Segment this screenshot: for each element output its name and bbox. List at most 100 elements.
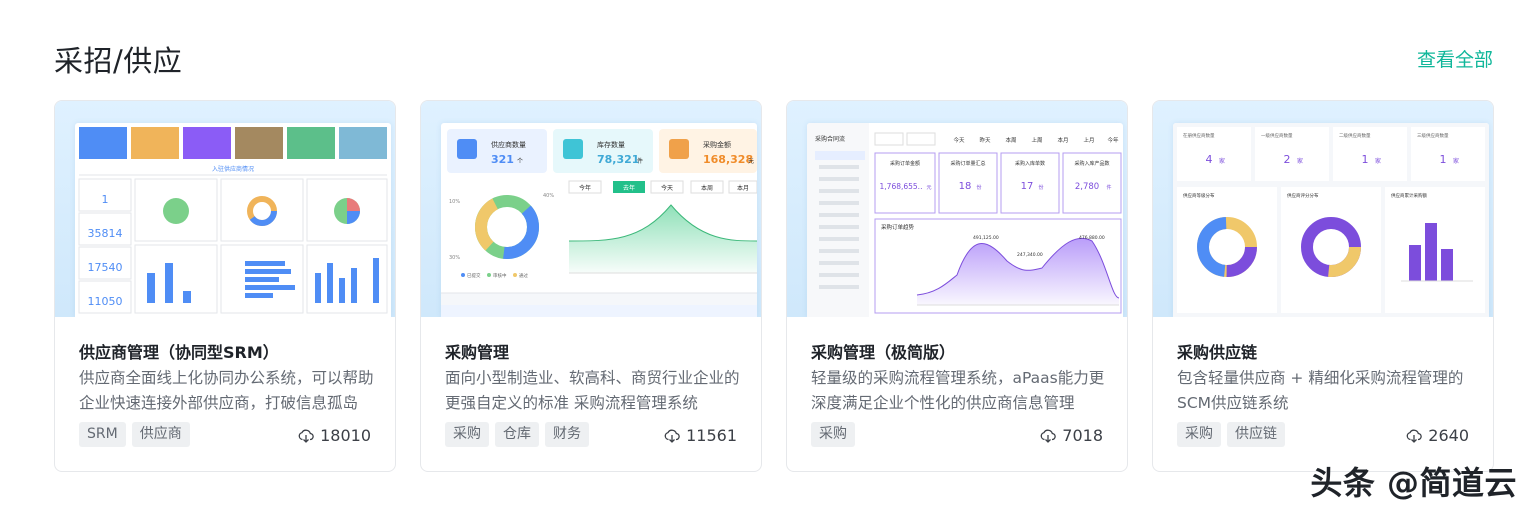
template-card-supplier-srm[interactable]: 入驻供应商情况 1 35814 17540 11050 供应商管理（协同型SRM… bbox=[54, 100, 396, 472]
svg-text:2: 2 bbox=[1284, 153, 1291, 166]
svg-text:30%: 30% bbox=[449, 255, 460, 261]
tag: 采购 bbox=[445, 422, 489, 447]
svg-text:1,768,655..: 1,768,655.. bbox=[880, 182, 923, 191]
svg-text:元: 元 bbox=[926, 185, 931, 191]
tag: 供应商 bbox=[131, 422, 190, 447]
svg-text:元: 元 bbox=[748, 158, 754, 165]
svg-text:上周: 上周 bbox=[1031, 136, 1042, 144]
svg-text:1: 1 bbox=[1362, 153, 1369, 166]
svg-text:供应商累计采购额: 供应商累计采购额 bbox=[1391, 192, 1427, 199]
download-count: 2640 bbox=[1406, 426, 1469, 445]
svg-text:321: 321 bbox=[491, 153, 514, 166]
download-count: 18010 bbox=[298, 426, 371, 445]
svg-text:采购订单金额: 采购订单金额 bbox=[890, 160, 920, 167]
preview-screenshot: 入驻供应商情况 1 35814 17540 11050 bbox=[75, 123, 391, 317]
card-tags: 采购 bbox=[811, 422, 855, 447]
svg-text:采购订单量汇总: 采购订单量汇总 bbox=[950, 160, 985, 167]
svg-text:本月: 本月 bbox=[1057, 136, 1068, 144]
svg-text:35814: 35814 bbox=[88, 227, 123, 240]
svg-text:今天: 今天 bbox=[661, 184, 673, 192]
card-tags: 采购 供应链 bbox=[1177, 422, 1285, 447]
preview-screenshot: 采购合同流 今天 昨天 本周 上周 本月 上月 今年 采购订单金额 1,768,… bbox=[807, 123, 1123, 317]
tag: SRM bbox=[79, 422, 126, 447]
svg-text:家: 家 bbox=[1219, 157, 1225, 165]
svg-text:已提交: 已提交 bbox=[467, 272, 481, 279]
svg-text:采购入库单数: 采购入库单数 bbox=[1015, 160, 1045, 167]
svg-text:1: 1 bbox=[102, 193, 109, 206]
preview-screenshot: 供应商数量 321 个 库存数量 78,321 件 采购金额 168,328 元… bbox=[441, 123, 757, 317]
svg-text:份: 份 bbox=[1038, 184, 1043, 191]
card-thumbnail: 供应商数量 321 个 库存数量 78,321 件 采购金额 168,328 元… bbox=[421, 101, 761, 317]
card-thumbnail: 采购合同流 今天 昨天 本周 上周 本月 上月 今年 采购订单金额 1,768,… bbox=[787, 101, 1127, 317]
svg-text:40%: 40% bbox=[543, 193, 554, 199]
svg-text:17: 17 bbox=[1021, 181, 1034, 192]
svg-text:采购入库产品数: 采购入库产品数 bbox=[1074, 160, 1109, 167]
svg-text:今年: 今年 bbox=[579, 184, 591, 192]
svg-text:476,880.00: 476,880.00 bbox=[1079, 235, 1105, 241]
download-count: 7018 bbox=[1040, 426, 1103, 445]
svg-text:采购合同流: 采购合同流 bbox=[815, 135, 845, 143]
cloud-download-icon bbox=[1406, 429, 1423, 443]
preview-header: 入驻供应商情况 bbox=[212, 165, 254, 173]
card-description: 面向小型制造业、软高科、商贸行业企业的更强自定义的标准 采购流程管理系统 bbox=[445, 369, 740, 412]
svg-text:17540: 17540 bbox=[88, 261, 123, 274]
card-tags: 采购 仓库 财务 bbox=[445, 422, 589, 447]
svg-text:供应商数量: 供应商数量 bbox=[491, 140, 526, 149]
template-card-supply-chain[interactable]: 在册供应商数量 4 家 一级供应商数量 2 家 二级供应商数量 1 家 三级供应… bbox=[1152, 100, 1494, 472]
svg-text:78,321: 78,321 bbox=[597, 153, 639, 166]
svg-text:18: 18 bbox=[959, 181, 972, 192]
svg-text:个: 个 bbox=[517, 158, 523, 165]
template-card-purchase-lite[interactable]: 采购合同流 今天 昨天 本周 上周 本月 上月 今年 采购订单金额 1,768,… bbox=[786, 100, 1128, 472]
section-title: 采招/供应 bbox=[54, 44, 183, 78]
svg-text:件: 件 bbox=[1106, 184, 1111, 191]
tag: 采购 bbox=[1177, 422, 1221, 447]
cloud-download-icon bbox=[1040, 429, 1057, 443]
svg-text:4: 4 bbox=[1206, 153, 1213, 166]
watermark: 头条 @简道云 bbox=[1310, 464, 1517, 502]
svg-text:491,125.00: 491,125.00 bbox=[973, 235, 999, 241]
svg-text:本周: 本周 bbox=[701, 184, 713, 192]
svg-text:一级供应商数量: 一级供应商数量 bbox=[1261, 132, 1293, 139]
card-thumbnail: 入驻供应商情况 1 35814 17540 11050 bbox=[55, 101, 395, 317]
card-thumbnail: 在册供应商数量 4 家 一级供应商数量 2 家 二级供应商数量 1 家 三级供应… bbox=[1153, 101, 1493, 317]
svg-text:今年: 今年 bbox=[1107, 136, 1119, 144]
svg-text:三级供应商数量: 三级供应商数量 bbox=[1417, 132, 1449, 139]
svg-text:家: 家 bbox=[1453, 157, 1459, 165]
cloud-download-icon bbox=[664, 429, 680, 443]
tag: 财务 bbox=[545, 422, 589, 447]
card-title: 采购管理 bbox=[445, 343, 510, 362]
svg-text:家: 家 bbox=[1375, 157, 1381, 165]
svg-text:采购金额: 采购金额 bbox=[703, 140, 731, 149]
card-title: 采购供应链 bbox=[1177, 343, 1258, 362]
svg-text:本月: 本月 bbox=[737, 184, 749, 192]
tag: 仓库 bbox=[495, 422, 539, 447]
svg-text:10%: 10% bbox=[449, 199, 460, 205]
card-description: 轻量级的采购流程管理系统，aPaas能力更深度满足企业个性化的供应商信息管理 bbox=[811, 369, 1105, 412]
card-description: 供应商全面线上化协同办公系统，可以帮助企业快速连接外部供应商，打破信息孤岛 bbox=[79, 369, 374, 412]
card-title: 采购管理（极简版） bbox=[811, 343, 956, 362]
svg-text:家: 家 bbox=[1297, 157, 1303, 165]
svg-text:今天: 今天 bbox=[953, 136, 965, 144]
svg-text:上月: 上月 bbox=[1083, 136, 1094, 144]
template-card-purchase-management[interactable]: 供应商数量 321 个 库存数量 78,321 件 采购金额 168,328 元… bbox=[420, 100, 762, 472]
tag: 采购 bbox=[811, 422, 855, 447]
view-all-link[interactable]: 查看全部 bbox=[1417, 45, 1493, 72]
svg-text:供应商评分分布: 供应商评分分布 bbox=[1287, 192, 1319, 199]
svg-text:247,340.00: 247,340.00 bbox=[1017, 252, 1043, 258]
svg-text:在册供应商数量: 在册供应商数量 bbox=[1183, 132, 1215, 139]
svg-text:通过: 通过 bbox=[519, 272, 528, 279]
svg-text:二级供应商数量: 二级供应商数量 bbox=[1339, 132, 1371, 139]
svg-text:份: 份 bbox=[976, 184, 981, 191]
svg-text:2,780: 2,780 bbox=[1075, 182, 1099, 192]
svg-text:本周: 本周 bbox=[1005, 136, 1016, 144]
svg-text:采购订单趋势: 采购订单趋势 bbox=[881, 223, 915, 231]
svg-text:去年: 去年 bbox=[623, 184, 635, 192]
svg-text:昨天: 昨天 bbox=[979, 136, 991, 144]
svg-text:库存数量: 库存数量 bbox=[597, 140, 625, 149]
svg-text:件: 件 bbox=[637, 157, 643, 165]
tag: 供应链 bbox=[1227, 422, 1285, 447]
svg-text:11050: 11050 bbox=[88, 295, 123, 308]
card-tags: SRM 供应商 bbox=[79, 422, 190, 447]
cloud-download-icon bbox=[298, 429, 314, 443]
card-description: 包含轻量供应商 + 精细化采购流程管理的SCM供应链系统 bbox=[1177, 369, 1464, 412]
